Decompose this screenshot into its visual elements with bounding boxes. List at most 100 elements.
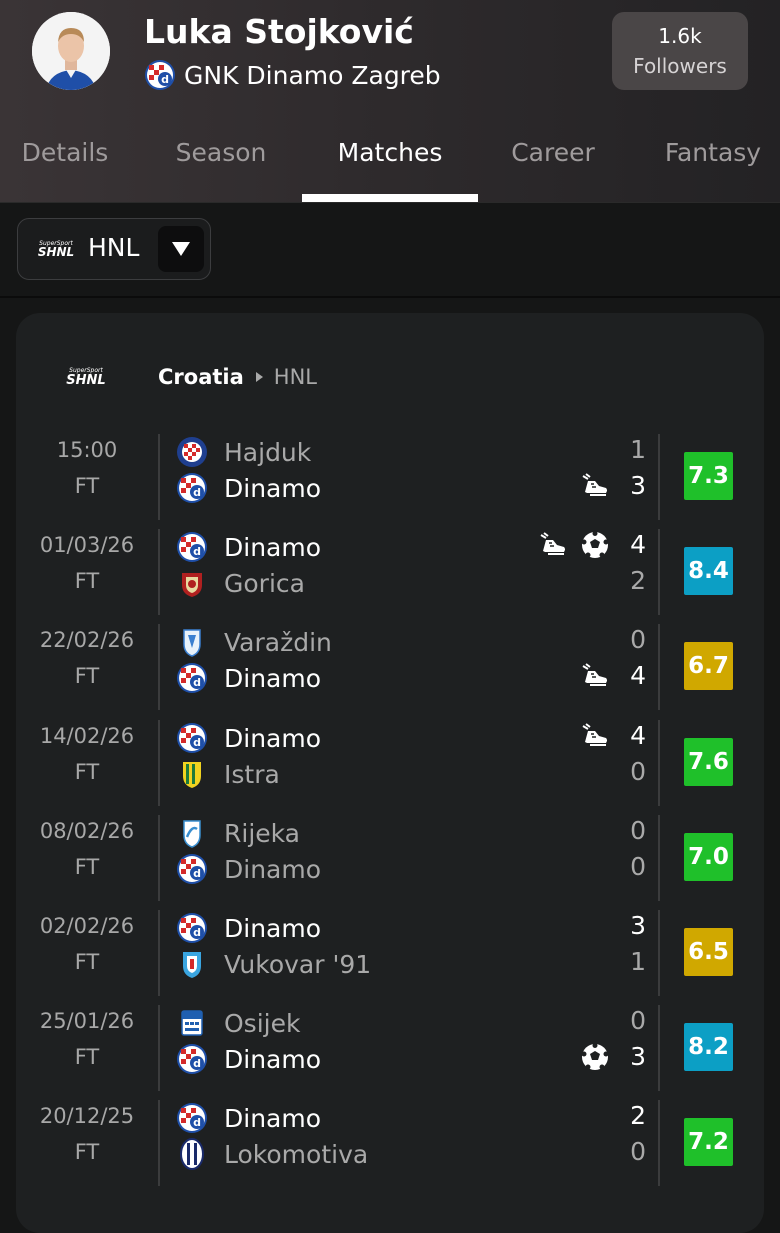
player-rating-badge: 6.7 bbox=[684, 642, 733, 690]
svg-text:d: d bbox=[193, 676, 201, 689]
shnl-league-logo-icon: SuperSport SHNL bbox=[66, 367, 105, 388]
row-divider bbox=[658, 910, 660, 996]
home-team: d Dinamo bbox=[176, 720, 321, 756]
home-score: 1 bbox=[630, 435, 646, 464]
breadcrumb: Croatia HNL bbox=[158, 363, 317, 391]
shnl-logo-icon: SuperSport SHNL bbox=[38, 240, 74, 259]
hajduk-badge-icon bbox=[177, 437, 207, 467]
followers-label: Followers bbox=[633, 54, 727, 78]
home-events bbox=[540, 529, 610, 565]
lokomotiva-badge-icon bbox=[180, 1138, 204, 1170]
dinamo-badge-icon: d bbox=[144, 59, 176, 91]
home-team: Hajduk bbox=[176, 434, 311, 470]
home-team: Rijeka bbox=[176, 815, 300, 851]
svg-text:d: d bbox=[193, 1057, 201, 1070]
home-team-name: Dinamo bbox=[224, 723, 322, 753]
match-row[interactable]: 01/03/26 FT d Dinamo 4 Gorica 2 8.4 bbox=[16, 529, 764, 615]
away-team-name: Dinamo bbox=[224, 854, 322, 884]
svg-text:d: d bbox=[193, 867, 201, 880]
away-team-name: Gorica bbox=[224, 568, 305, 598]
player-rating-badge: 7.2 bbox=[684, 1118, 733, 1166]
home-score: 0 bbox=[630, 625, 646, 654]
dinamo-badge-icon: d bbox=[177, 913, 207, 943]
chevron-down-icon[interactable] bbox=[158, 226, 204, 272]
away-team-name: Vukovar '91 bbox=[224, 949, 372, 979]
player-avatar[interactable] bbox=[32, 12, 110, 90]
tab-details[interactable]: Details bbox=[0, 130, 130, 202]
away-team: d Dinamo bbox=[176, 1041, 321, 1077]
match-row[interactable]: 02/02/26 FT d Dinamo 3 Vukovar '91 1 6.5 bbox=[16, 910, 764, 996]
row-divider bbox=[158, 910, 160, 996]
match-status: FT bbox=[74, 1140, 100, 1164]
away-team-name: Dinamo bbox=[224, 473, 322, 503]
player-rating-badge: 8.4 bbox=[684, 547, 733, 595]
match-status: FT bbox=[74, 664, 100, 688]
match-date: 08/02/26 bbox=[39, 819, 135, 843]
dinamo-badge-icon: d bbox=[177, 1044, 207, 1074]
match-row[interactable]: 08/02/26 FT Rijeka 0 d Dinamo 0 7.0 bbox=[16, 815, 764, 901]
club-link[interactable]: d GNK Dinamo Zagreb bbox=[144, 58, 441, 92]
row-divider bbox=[158, 1100, 160, 1186]
svg-text:d: d bbox=[193, 926, 201, 939]
varazdin-badge-icon bbox=[183, 629, 201, 657]
away-team: d Dinamo bbox=[176, 660, 321, 696]
svg-text:d: d bbox=[193, 736, 201, 749]
row-divider bbox=[658, 624, 660, 710]
home-score: 2 bbox=[630, 1101, 646, 1130]
active-tab-indicator bbox=[302, 194, 478, 202]
followers-button[interactable]: 1.6k Followers bbox=[612, 12, 748, 90]
player-rating-badge: 7.0 bbox=[684, 833, 733, 881]
svg-text:SHNL: SHNL bbox=[66, 373, 105, 388]
away-score: 3 bbox=[630, 471, 646, 500]
row-divider bbox=[158, 815, 160, 901]
away-score: 3 bbox=[630, 1042, 646, 1071]
home-team: d Dinamo bbox=[176, 529, 321, 565]
dinamo-badge-icon: d bbox=[177, 854, 207, 884]
away-score: 1 bbox=[630, 947, 646, 976]
row-divider bbox=[158, 624, 160, 710]
vukovar-badge-icon bbox=[183, 952, 201, 978]
match-date: 01/03/26 bbox=[39, 533, 135, 557]
chevron-right-icon bbox=[255, 372, 263, 382]
home-team: Osijek bbox=[176, 1005, 300, 1041]
player-rating-badge: 8.2 bbox=[684, 1023, 733, 1071]
home-team-name: Dinamo bbox=[224, 1103, 322, 1133]
tab-season[interactable]: Season bbox=[150, 130, 292, 202]
home-team-name: Dinamo bbox=[224, 913, 322, 943]
away-team-name: Lokomotiva bbox=[224, 1139, 369, 1169]
home-score: 0 bbox=[630, 1006, 646, 1035]
match-status: FT bbox=[74, 855, 100, 879]
away-team: Vukovar '91 bbox=[176, 946, 371, 982]
league-dropdown[interactable]: SuperSport SHNL HNL bbox=[17, 218, 211, 280]
tab-fantasy[interactable]: Fantasy bbox=[646, 130, 780, 202]
breadcrumb-country[interactable]: Croatia bbox=[158, 365, 244, 389]
match-row[interactable]: 20/12/25 FT d Dinamo 2 Lokomotiva 0 7.2 bbox=[16, 1100, 764, 1186]
goal-icon bbox=[580, 1042, 610, 1076]
row-divider bbox=[658, 815, 660, 901]
club-name: GNK Dinamo Zagreb bbox=[184, 60, 441, 90]
breadcrumb-league[interactable]: HNL bbox=[274, 365, 317, 389]
assist-icon bbox=[582, 472, 610, 504]
away-team-name: Dinamo bbox=[224, 1044, 322, 1074]
home-events bbox=[582, 720, 610, 756]
away-score: 2 bbox=[630, 566, 646, 595]
league-dropdown-label: HNL bbox=[88, 233, 140, 262]
match-row[interactable]: 22/02/26 FT Varaždin 0 d Dinamo 4 6.7 bbox=[16, 624, 764, 710]
tab-career[interactable]: Career bbox=[490, 130, 616, 202]
match-row[interactable]: 25/01/26 FT Osijek 0 d Dinamo 3 8.2 bbox=[16, 1005, 764, 1091]
tab-matches[interactable]: Matches bbox=[302, 130, 478, 202]
svg-text:d: d bbox=[193, 486, 201, 499]
away-team: Lokomotiva bbox=[176, 1136, 368, 1172]
away-score: 0 bbox=[630, 852, 646, 881]
match-row[interactable]: 15:00 FT Hajduk 1 d Dinamo 3 7.3 bbox=[16, 434, 764, 520]
assist-icon bbox=[582, 662, 610, 694]
home-team-name: Varaždin bbox=[224, 627, 332, 657]
away-score: 0 bbox=[630, 757, 646, 786]
goal-icon bbox=[580, 530, 610, 564]
home-score: 3 bbox=[630, 911, 646, 940]
player-rating-badge: 6.5 bbox=[684, 928, 733, 976]
dinamo-badge-icon: d bbox=[177, 532, 207, 562]
match-date: 20/12/25 bbox=[39, 1104, 135, 1128]
match-row[interactable]: 14/02/26 FT d Dinamo 4 Istra 0 7.6 bbox=[16, 720, 764, 806]
match-status: FT bbox=[74, 760, 100, 784]
